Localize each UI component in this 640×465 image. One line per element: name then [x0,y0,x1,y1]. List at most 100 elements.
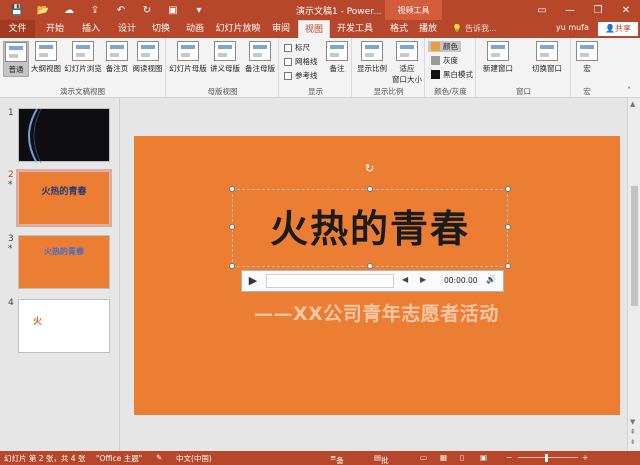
black-white-option[interactable]: 黑白模式 [431,69,473,80]
macros-button[interactable]: 宏 [575,41,599,74]
notes-page-button[interactable]: 备注页 [104,41,130,74]
forward-icon[interactable]: ▶ [420,275,426,284]
zoom-slider[interactable] [518,457,578,458]
notes-button[interactable]: 备注 [324,41,350,74]
status-bar: 幻灯片 第 2 张，共 4 张 "Office 主题" ✎ 中文(中国) ≡ 备… [0,451,640,465]
zoom-out-icon[interactable]: − [506,453,512,462]
slide-subtitle[interactable]: ——XX公司青年志愿者活动 [254,299,499,326]
slide-master-button[interactable]: 幻灯片母版 [169,41,207,74]
tab-format[interactable]: 格式 [384,20,414,38]
scroll-up-icon[interactable]: ▲ [630,100,635,108]
tab-insert[interactable]: 插入 [74,20,108,38]
minimize-icon[interactable]: — [556,0,584,20]
notes-master-button[interactable]: 备注母版 [243,41,277,74]
group-label: 显示 [308,87,323,96]
slide-thumbnail-1[interactable] [18,108,110,163]
resize-handle[interactable] [229,263,235,269]
handout-master-button[interactable]: 讲义母版 [208,41,242,74]
volume-icon[interactable]: 🔊 [486,275,496,284]
user-name[interactable]: yu mufa [556,23,589,32]
title-placeholder[interactable]: 火热的青春 [229,186,511,269]
prev-slide-icon[interactable]: ⇞ [630,428,636,436]
language[interactable]: 中文(中国) [176,453,212,464]
resize-handle[interactable] [229,186,235,192]
scrollbar-thumb[interactable] [631,186,638,306]
notes-icon [326,41,348,61]
resize-handle[interactable] [367,186,373,192]
resize-handle[interactable] [505,186,511,192]
outline-view-button[interactable]: 大纲视图 [30,41,62,74]
tab-transitions[interactable]: 切换 [144,20,178,38]
ribbon: 普通 大纲视图 幻灯片浏览 备注页 阅读视图 演示文稿视图 幻灯片母版 讲义母版… [0,38,640,98]
tab-file[interactable]: 文件 [0,20,35,38]
notes-toggle[interactable]: ≡ 备注 [330,453,344,465]
slide-sorter-button[interactable]: 幻灯片浏览 [63,41,103,74]
close-icon[interactable]: ✕ [612,0,640,20]
switch-window-button[interactable]: 切换窗口 [525,41,569,74]
resize-handle[interactable] [505,224,511,230]
vertical-scrollbar[interactable]: ▲ ▼ ⇞ ⇟ [627,98,640,451]
spellcheck-icon[interactable]: ✎ [156,453,162,462]
zoom-in-icon[interactable]: + [582,453,588,462]
play-icon[interactable]: ▶ [246,274,260,288]
group-label: 窗口 [516,87,531,96]
collapse-ribbon-icon[interactable]: ˄ [627,86,631,95]
customize-icon[interactable]: ▾ [186,2,212,18]
grayscale-option[interactable]: 灰度 [431,55,458,66]
tab-view[interactable]: 视图 [298,20,330,38]
tab-animations[interactable]: 动画 [178,20,212,38]
fit-window-icon [396,41,418,61]
sorter-view-status-icon[interactable]: ▦ [440,453,447,462]
share-button[interactable]: 👤共享 [598,22,638,36]
reading-view-status-icon[interactable]: ▯ [460,453,464,462]
gridlines-checkbox[interactable]: 网格线 [284,56,318,67]
comments-toggle[interactable]: ▤ 批注 [374,453,389,465]
guides-checkbox[interactable]: 参考线 [284,70,318,81]
zoom-slider-knob[interactable] [545,454,548,462]
resize-handle[interactable] [367,263,373,269]
notes-page-label: 备注页 [105,64,129,73]
cloud-icon[interactable]: ☁ [56,2,82,18]
zoom-button[interactable]: 显示比例 [355,41,389,74]
next-slide-icon[interactable]: ⇟ [630,438,636,446]
tab-design[interactable]: 设计 [110,20,144,38]
notes-master-label: 备注母版 [245,64,275,73]
tab-slideshow[interactable]: 幻灯片放映 [212,20,264,38]
tab-developer[interactable]: 开发工具 [332,20,378,38]
seek-bar[interactable] [266,274,394,288]
slide-thumbnail-3[interactable]: 火热的青春 [18,235,110,289]
slide-thumbnail-4[interactable]: 火 [18,299,110,353]
folder-icon[interactable]: 📂 [30,2,56,18]
fit-to-window-button[interactable]: 适应 窗口大小 [390,41,424,85]
save-icon[interactable]: 💾 [4,2,30,18]
tab-playback[interactable]: 播放 [414,20,442,38]
slide-number: 2 [8,170,14,180]
tab-review[interactable]: 审阅 [266,20,296,38]
rotate-handle-icon[interactable]: ↻ [365,162,374,175]
slideshow-status-icon[interactable]: ▣ [480,453,487,462]
tell-me-search[interactable]: 💡 告诉我... [452,23,497,34]
redo-icon[interactable]: ↻ [134,2,160,18]
restore-icon[interactable]: ❐ [584,0,612,20]
color-option[interactable]: 颜色 [428,41,461,52]
normal-view-status-icon[interactable]: ▭ [420,453,427,462]
reading-view-label: 阅读视图 [132,64,163,73]
tab-home[interactable]: 开始 [38,20,72,38]
grayscale-swatch-icon [431,56,440,65]
new-window-button[interactable]: 新建窗口 [479,41,517,74]
share-icon[interactable]: ⇪ [82,2,108,18]
undo-icon[interactable]: ↶ [108,2,134,18]
resize-handle[interactable] [505,263,511,269]
reading-view-button[interactable]: 阅读视图 [131,41,164,74]
ribbon-display-icon[interactable]: ▭ [528,0,556,20]
theme-name: "Office 主题" [96,454,143,463]
slide-title[interactable]: 火热的青春 [233,198,507,253]
present-icon[interactable]: ▣ [160,2,186,18]
slide-thumbnail-2[interactable]: 火热的青春 [16,169,112,227]
scroll-down-icon[interactable]: ▼ [630,418,635,426]
ruler-checkbox[interactable]: 标尺 [284,42,310,53]
normal-view-button[interactable]: 普通 [3,41,29,77]
current-slide[interactable]: ↻ 火热的青春 ▶ ◀ ▶ 00:00.00 🔊 ——XX公司青年志愿者活动 [134,136,620,415]
resize-handle[interactable] [229,224,235,230]
rewind-icon[interactable]: ◀ [402,275,408,284]
